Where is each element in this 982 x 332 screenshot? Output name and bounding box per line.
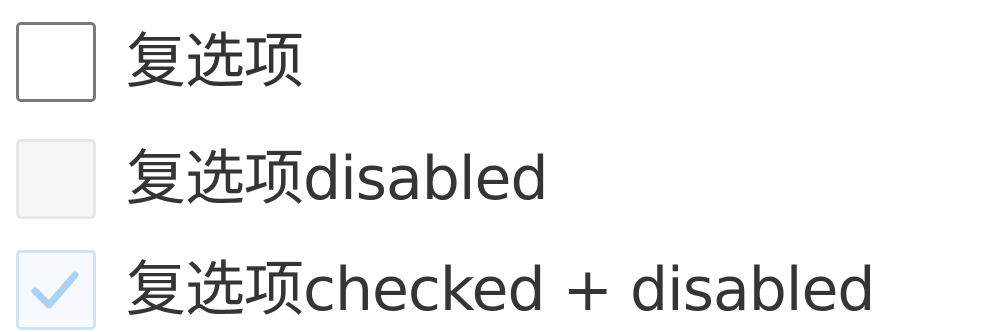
checkbox-label: 复选项disabled	[126, 144, 549, 214]
checkbox-disabled	[16, 139, 96, 219]
checkbox-option-default[interactable]: 复选项	[16, 20, 304, 104]
checkbox-option-disabled: 复选项disabled	[16, 137, 549, 221]
checkbox-option-checked-disabled: 复选项checked + disabled	[16, 248, 875, 332]
checkbox[interactable]	[16, 22, 96, 102]
checkbox-checked-disabled	[16, 250, 96, 330]
checkbox-label: 复选项checked + disabled	[126, 255, 875, 325]
checkmark-icon	[31, 271, 79, 309]
checkbox-label: 复选项	[126, 27, 304, 97]
